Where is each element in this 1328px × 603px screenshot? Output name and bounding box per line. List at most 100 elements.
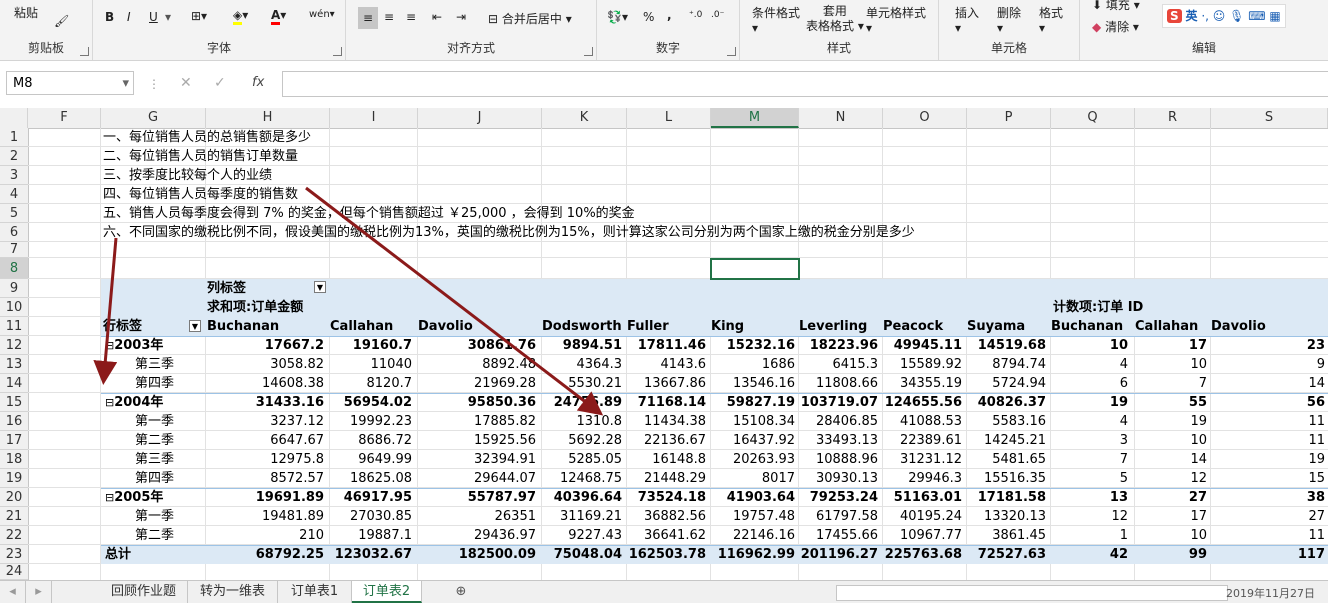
font-launcher-icon[interactable] (333, 47, 342, 56)
tab-scroll-left-icon[interactable]: ◂ (0, 581, 26, 603)
row-header[interactable]: 1 (0, 128, 28, 147)
row-header[interactable]: 3 (0, 166, 28, 185)
alignment-launcher-icon[interactable] (584, 47, 593, 56)
add-sheet-icon[interactable]: ⊕ (448, 581, 474, 603)
row-header[interactable]: 15 (0, 393, 28, 412)
phonetic-icon[interactable]: wén▾ (309, 9, 335, 20)
col-header-s[interactable]: S (1211, 108, 1328, 128)
increase-decimal-icon[interactable]: ⁺.0 (689, 10, 702, 20)
col-header-q[interactable]: Q (1051, 108, 1135, 128)
row-header[interactable]: 19 (0, 469, 28, 488)
formula-input[interactable] (282, 71, 1328, 97)
currency-icon[interactable]: 💱▾ (607, 10, 628, 24)
row-header[interactable]: 18 (0, 450, 28, 469)
annotation-arrows (93, 186, 604, 416)
name-box-dropdown-icon[interactable]: ▾ (122, 72, 129, 96)
paste-button[interactable]: 粘贴 (14, 4, 38, 21)
col-header-l[interactable]: L (627, 108, 711, 128)
col-header-g[interactable]: G (101, 108, 206, 128)
row-header[interactable]: 16 (0, 412, 28, 431)
row-header[interactable]: 13 (0, 355, 28, 374)
worksheet-grid[interactable]: 一、每位销售人员的总销售额是多少 二、每位销售人员的销售订单数量 三、按季度比较… (28, 128, 1328, 580)
underline-button[interactable]: U (149, 10, 158, 24)
col-header-o[interactable]: O (883, 108, 967, 128)
col-header-k[interactable]: K (542, 108, 627, 128)
font-color-button[interactable]: A▾ (271, 8, 286, 25)
bold-button[interactable]: B (105, 10, 114, 24)
col-header-r[interactable]: R (1135, 108, 1211, 128)
tab-scroll-right-icon[interactable]: ▸ (26, 581, 52, 603)
format-painter-icon[interactable]: 🖌 (54, 14, 69, 28)
col-header-m[interactable]: M (711, 108, 799, 128)
column-headers: F G H I J K L M N O P Q R S (0, 108, 1328, 129)
row-header[interactable]: 5 (0, 204, 28, 223)
row-header[interactable]: 7 (0, 242, 28, 258)
row-header[interactable]: 14 (0, 374, 28, 393)
row-header[interactable]: 12 (0, 336, 28, 355)
decrease-decimal-icon[interactable]: .0⁻ (711, 10, 724, 20)
cell-styles-button[interactable]: 单元格样式 ▾ (866, 4, 926, 35)
sheet-tab[interactable]: 订单表1 (278, 581, 352, 603)
row-header[interactable]: 22 (0, 526, 28, 545)
row-header[interactable]: 21 (0, 507, 28, 526)
border-icon[interactable]: ⊞▾ (191, 9, 207, 23)
clipboard-group: 粘贴 🖌 剪贴板 (0, 0, 93, 60)
decrease-indent-icon[interactable]: ⇤ (432, 10, 442, 24)
percent-button[interactable]: % (643, 10, 654, 24)
row-header[interactable]: 20 (0, 488, 28, 507)
clipboard-launcher-icon[interactable] (80, 47, 89, 56)
merge-center-button[interactable]: ⊟ 合并后居中 ▾ (488, 10, 572, 27)
row-header[interactable]: 11 (0, 317, 28, 336)
mic-icon: 🎙 (1229, 9, 1245, 23)
format-as-table-label-2: 表格格式 (806, 19, 855, 33)
col-header-i[interactable]: I (330, 108, 418, 128)
align-center-icon[interactable]: ≡ (384, 10, 394, 24)
delete-button[interactable]: 删除 ▾ (997, 4, 1021, 35)
col-header-n[interactable]: N (799, 108, 883, 128)
horizontal-scrollbar[interactable] (836, 585, 1228, 601)
col-header-j[interactable]: J (418, 108, 542, 128)
row-header[interactable]: 4 (0, 185, 28, 204)
ribbon: 粘贴 🖌 剪贴板 B I U ▾ ⊞▾ ◈▾ A▾ wén▾ 字体 ≡ ≡ ≡ … (0, 0, 1328, 61)
sheet-tab[interactable]: 回顾作业题 (100, 581, 188, 603)
row-header[interactable]: 10 (0, 298, 28, 317)
comma-button[interactable]: , (667, 8, 672, 22)
row-header[interactable]: 2 (0, 147, 28, 166)
enter-icon[interactable]: ✓ (214, 75, 226, 91)
format-button[interactable]: 格式 ▾ (1039, 4, 1063, 35)
row-header[interactable]: 24 (0, 564, 28, 580)
ime-toolbar[interactable]: S 英 ·, ☺ 🎙 ⌨ ▦ (1162, 4, 1286, 28)
align-right-icon[interactable]: ≡ (406, 10, 416, 24)
italic-button[interactable]: I (127, 10, 131, 24)
col-header-p[interactable]: P (967, 108, 1051, 128)
fill-color-icon[interactable]: ◈▾ (233, 8, 248, 25)
sheet-tab[interactable]: 订单表2 (352, 581, 422, 603)
font-color-label: A (271, 8, 281, 25)
align-left-icon[interactable]: ≡ (358, 7, 378, 29)
select-all-corner[interactable] (0, 108, 28, 128)
row-header[interactable]: 23 (0, 545, 28, 564)
number-launcher-icon[interactable] (727, 47, 736, 56)
col-header-f[interactable]: F (28, 108, 101, 128)
cancel-icon[interactable]: ✕ (180, 75, 192, 91)
name-box-value: M8 (13, 76, 33, 91)
formula-options-icon[interactable]: ⋮ (148, 77, 160, 91)
insert-button[interactable]: 插入 ▾ (955, 4, 979, 35)
fill-button[interactable]: ⬇ 填充 ▾ (1092, 0, 1140, 13)
arrow-diagonal (305, 186, 604, 416)
row-header[interactable]: 8 (0, 258, 28, 279)
insert-function-button[interactable]: fx (252, 75, 264, 90)
cell-styles-label: 单元格样式 (866, 6, 927, 20)
row-header[interactable]: 17 (0, 431, 28, 450)
row-header[interactable]: 6 (0, 223, 28, 242)
col-header-h[interactable]: H (206, 108, 330, 128)
sheet-tab[interactable]: 转为一维表 (188, 581, 278, 603)
clear-button[interactable]: ◆ 清除 ▾ (1092, 18, 1139, 35)
conditional-format-button[interactable]: 条件格式 ▾ (752, 4, 800, 35)
row-header[interactable]: 9 (0, 279, 28, 298)
alignment-group: ≡ ≡ ≡ ⇤ ⇥ ⊟ 合并后居中 ▾ 对齐方式 (346, 0, 597, 60)
name-box[interactable]: M8 ▾ (6, 71, 134, 95)
format-as-table-button[interactable]: 套用 表格格式 ▾ (806, 4, 864, 34)
underline-dropdown-icon[interactable]: ▾ (165, 10, 171, 24)
increase-indent-icon[interactable]: ⇥ (456, 10, 466, 24)
